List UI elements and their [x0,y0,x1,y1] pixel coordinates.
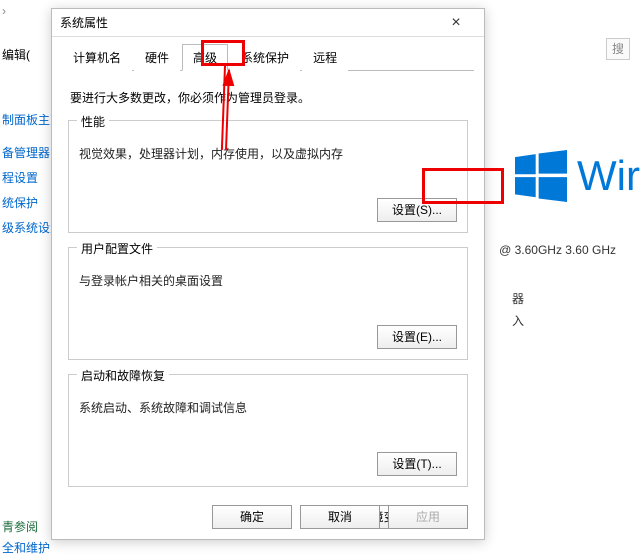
right-label-2: 入 [512,312,524,329]
sidebar-link[interactable]: 级系统设置 [0,215,50,240]
windows-text: Wir [577,152,640,200]
performance-group: 性能 视觉效果，处理器计划，内存使用，以及虚拟内存 设置(S)... [68,120,468,233]
system-properties-dialog: 系统属性 × 计算机名 硬件 高级 系统保护 远程 要进行大多数更改，你必须作为… [51,8,485,540]
user-profile-desc: 与登录帐户相关的桌面设置 [79,272,457,289]
titlebar: 系统属性 × [52,9,484,37]
apply-button[interactable]: 应用 [388,505,468,529]
right-label-1: 器 [512,290,524,307]
startup-group: 启动和故障恢复 系统启动、系统故障和调试信息 设置(T)... [68,374,468,487]
tab-hardware[interactable]: 硬件 [134,44,180,71]
sidebar-link[interactable]: 统保护 [0,190,50,215]
dialog-footer: 确定 取消 应用 [204,505,468,529]
close-icon[interactable]: × [436,14,476,32]
cancel-button[interactable]: 取消 [300,505,380,529]
tab-system-protection[interactable]: 系统保护 [230,44,300,71]
sidebar-link[interactable]: 程设置 [0,165,50,190]
admin-note: 要进行大多数更改，你必须作为管理员登录。 [70,89,468,106]
performance-title: 性能 [77,113,109,130]
performance-settings-button[interactable]: 设置(S)... [377,198,457,222]
sidebar-link[interactable]: 制面板主页 [0,107,50,132]
user-profile-group: 用户配置文件 与登录帐户相关的桌面设置 设置(E)... [68,247,468,360]
dialog-title: 系统属性 [60,14,436,31]
windows-logo: Wir [515,150,640,202]
tab-computer-name[interactable]: 计算机名 [62,44,132,71]
security-link[interactable]: 全和维护 [0,537,50,558]
performance-desc: 视觉效果，处理器计划，内存使用，以及虚拟内存 [79,145,457,162]
search-input[interactable]: 搜 [606,38,630,60]
user-profile-settings-button[interactable]: 设置(E)... [377,325,457,349]
see-also: 青参阅 全和维护 [0,516,50,558]
startup-title: 启动和故障恢复 [77,367,169,384]
startup-settings-button[interactable]: 设置(T)... [377,452,457,476]
tab-advanced[interactable]: 高级 [182,44,228,71]
startup-desc: 系统启动、系统故障和调试信息 [79,399,457,416]
control-panel-sidebar: › 编辑( 制面板主页 备管理器 程设置 统保护 级系统设置 [0,0,50,240]
cpu-ghz: @ 3.60GHz 3.60 GHz [499,243,616,257]
tab-remote[interactable]: 远程 [302,44,348,71]
chevron-icon: › [0,0,50,22]
tab-content: 要进行大多数更改，你必须作为管理员登录。 性能 视觉效果，处理器计划，内存使用，… [52,71,484,539]
user-profile-title: 用户配置文件 [77,240,157,257]
see-also-heading: 青参阅 [0,516,50,537]
sidebar-link[interactable]: 备管理器 [0,140,50,165]
ok-button[interactable]: 确定 [212,505,292,529]
edit-label: 编辑( [0,42,50,67]
tab-strip: 计算机名 硬件 高级 系统保护 远程 [52,37,484,70]
windows-icon [515,150,567,202]
